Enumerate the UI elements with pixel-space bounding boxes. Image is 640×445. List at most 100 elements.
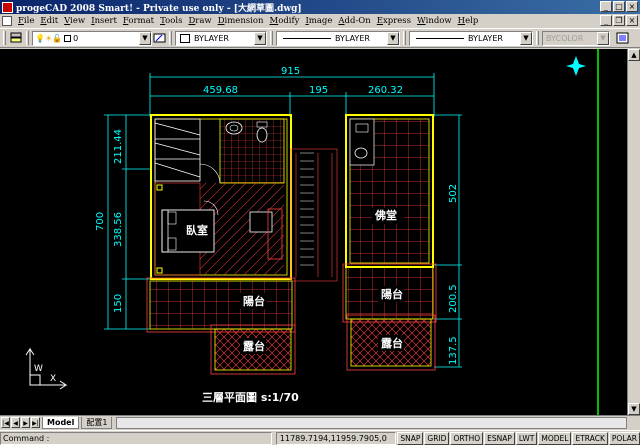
toolbar-separator bbox=[169, 31, 172, 45]
dim-right-c: 137.5 bbox=[448, 336, 459, 365]
plotstyle-dropdown-arrow[interactable]: ▼ bbox=[597, 31, 609, 45]
menu-modify[interactable]: Modify bbox=[266, 16, 302, 26]
color-value: BYLAYER bbox=[194, 33, 229, 43]
menu-dimension[interactable]: Dimension bbox=[215, 16, 267, 26]
dim-left-a: 211.44 bbox=[113, 129, 124, 164]
toolbar-separator bbox=[403, 31, 406, 45]
vertical-scrollbar[interactable]: ▲ ▼ bbox=[627, 49, 640, 415]
scroll-up-button[interactable]: ▲ bbox=[628, 49, 640, 61]
left-balcony bbox=[146, 277, 296, 333]
lock-icon[interactable]: 🔓 bbox=[52, 34, 62, 43]
next-tab-button[interactable]: ▶ bbox=[21, 417, 30, 428]
dim-right-b: 200.5 bbox=[448, 284, 459, 313]
toolbar-separator bbox=[536, 31, 539, 45]
menu-window[interactable]: Window bbox=[414, 16, 455, 26]
menu-help[interactable]: Help bbox=[455, 16, 482, 26]
dim-left-b: 338.56 bbox=[113, 212, 124, 247]
linetype-value: BYLAYER bbox=[335, 33, 370, 43]
menu-express[interactable]: Express bbox=[374, 16, 414, 26]
room-label-balcony-right: 陽台 bbox=[381, 287, 403, 301]
doc-close-button[interactable]: × bbox=[626, 15, 638, 26]
lwt-toggle[interactable]: LWT bbox=[515, 431, 538, 445]
prev-tab-button[interactable]: ◀ bbox=[11, 417, 20, 428]
close-button[interactable]: × bbox=[626, 1, 638, 12]
app-icon[interactable] bbox=[2, 1, 13, 13]
room-label-bedroom: 臥室 bbox=[186, 223, 208, 237]
room-label-terrace-right: 露台 bbox=[381, 336, 403, 350]
model-toggle[interactable]: MODEL bbox=[538, 431, 572, 445]
menu-view[interactable]: View bbox=[61, 16, 88, 26]
color-dropdown-arrow[interactable]: ▼ bbox=[254, 31, 266, 45]
floor-plan-drawing[interactable]: 915 459.68 195 260.32 211.44 338.56 150 … bbox=[0, 49, 627, 415]
dim-right-a: 502 bbox=[448, 184, 459, 203]
room-label-shrine: 佛堂 bbox=[374, 208, 397, 222]
grid-toggle[interactable]: GRID bbox=[424, 431, 450, 445]
layer-color-swatch bbox=[64, 34, 72, 42]
snap-toggle[interactable]: SNAP bbox=[397, 431, 424, 445]
bulb-icon[interactable]: 💡 bbox=[35, 34, 45, 43]
command-line[interactable]: Command : bbox=[0, 431, 272, 445]
esnap-toggle[interactable]: ESNAP bbox=[484, 431, 515, 445]
ucs-x-label: X bbox=[50, 374, 56, 384]
properties-icon[interactable] bbox=[615, 31, 629, 45]
scroll-down-button[interactable]: ▼ bbox=[628, 403, 640, 415]
lineweight-sample bbox=[416, 37, 464, 39]
room-label-balcony-left: 陽台 bbox=[243, 294, 265, 308]
coordinate-readout: 11789.7194,11959.7905,0 bbox=[275, 431, 397, 445]
first-tab-button[interactable]: |◀ bbox=[1, 417, 10, 428]
left-dimensions bbox=[104, 114, 150, 330]
compass-icon bbox=[566, 56, 586, 76]
last-tab-button[interactable]: ▶| bbox=[31, 417, 40, 428]
menu-insert[interactable]: Insert bbox=[88, 16, 120, 26]
menu-format[interactable]: Format bbox=[120, 16, 157, 26]
menu-edit[interactable]: Edit bbox=[37, 16, 61, 26]
toolbar-separator bbox=[26, 31, 29, 45]
toolbar-grip[interactable] bbox=[3, 31, 6, 45]
polar-toggle[interactable]: POLAR bbox=[608, 431, 640, 445]
menu-bar: File Edit View Insert Format Tools Draw … bbox=[0, 14, 640, 28]
color-combo[interactable]: BYLAYER ▼ bbox=[175, 30, 267, 46]
layer-manager-icon[interactable] bbox=[9, 31, 23, 45]
color-swatch bbox=[180, 33, 190, 43]
horizontal-scrollbar[interactable] bbox=[116, 416, 627, 429]
dim-overall-top: 915 bbox=[281, 66, 300, 77]
room-label-terrace-left: 露台 bbox=[243, 339, 265, 353]
minimize-button[interactable]: _ bbox=[600, 1, 612, 12]
linetype-sample bbox=[283, 37, 331, 39]
drawing-caption: 三層平面圖 s:1/70 bbox=[202, 391, 299, 404]
maximize-button[interactable]: □ bbox=[613, 1, 625, 12]
layer-combo[interactable]: 💡 ☀ 🔓 0 ▼ bbox=[32, 30, 152, 46]
toolbar-separator bbox=[270, 31, 273, 45]
doc-restore-button[interactable]: ❐ bbox=[613, 15, 625, 26]
properties-toolbar: 💡 ☀ 🔓 0 ▼ BYLAYER ▼ BYLAYER ▼ BYLAYER ▼ … bbox=[0, 28, 640, 48]
ucs-y-label: W bbox=[34, 364, 43, 374]
ortho-toggle[interactable]: ORTHO bbox=[450, 431, 484, 445]
menu-image[interactable]: Image bbox=[302, 16, 335, 26]
sun-icon[interactable]: ☀ bbox=[45, 34, 52, 43]
dim-top-right: 260.32 bbox=[368, 85, 403, 96]
staircase bbox=[290, 148, 338, 282]
menu-draw[interactable]: Draw bbox=[185, 16, 214, 26]
lineweight-combo[interactable]: BYLAYER ▼ bbox=[409, 30, 533, 46]
menu-add-on[interactable]: Add-On bbox=[335, 16, 373, 26]
drawing-canvas[interactable]: 915 459.68 195 260.32 211.44 338.56 150 … bbox=[0, 49, 627, 415]
lineweight-value: BYLAYER bbox=[468, 33, 503, 43]
linetype-combo[interactable]: BYLAYER ▼ bbox=[276, 30, 400, 46]
doc-minimize-button[interactable]: _ bbox=[600, 15, 612, 26]
dim-left-overall: 700 bbox=[95, 212, 106, 231]
tab-layout-1[interactable]: 配置1 bbox=[81, 416, 113, 429]
menu-tools[interactable]: Tools bbox=[157, 16, 185, 26]
dim-top-left: 459.68 bbox=[203, 85, 238, 96]
right-building-block bbox=[345, 114, 434, 268]
dim-left-c: 150 bbox=[113, 294, 124, 313]
document-icon[interactable] bbox=[2, 16, 12, 26]
linetype-dropdown-arrow[interactable]: ▼ bbox=[387, 31, 399, 45]
make-current-layer-icon[interactable] bbox=[152, 31, 166, 45]
plotstyle-combo[interactable]: BYCOLOR ▼ bbox=[542, 30, 610, 46]
layer-dropdown-arrow[interactable]: ▼ bbox=[139, 31, 151, 45]
tab-model[interactable]: Model bbox=[42, 416, 80, 429]
menu-file[interactable]: File bbox=[15, 16, 37, 26]
lineweight-dropdown-arrow[interactable]: ▼ bbox=[520, 31, 532, 45]
etrack-toggle[interactable]: ETRACK bbox=[572, 431, 608, 445]
layer-name: 0 bbox=[73, 33, 79, 43]
